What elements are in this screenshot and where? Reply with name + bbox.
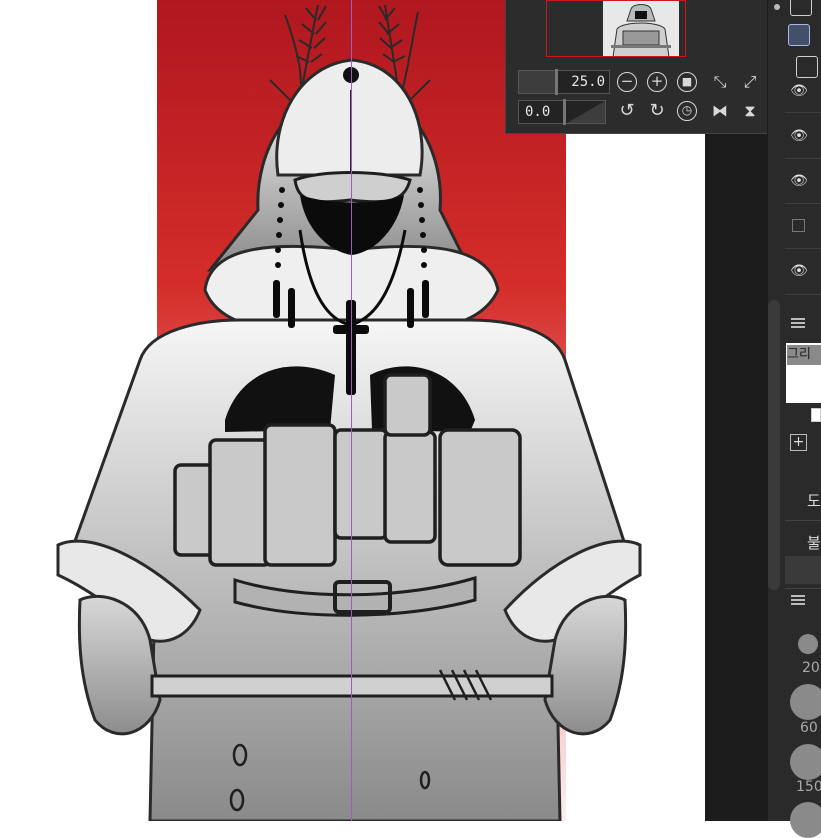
brush-size-dot[interactable]: [790, 744, 821, 780]
sub-tool-item-1[interactable]: 도: [807, 490, 821, 511]
zoom-out-button[interactable]: −: [617, 72, 637, 92]
zoom-in-button[interactable]: +: [647, 72, 667, 92]
panel-scrollbar[interactable]: [768, 300, 780, 590]
brush-size-label: 150: [796, 779, 821, 795]
layer-divider: [785, 158, 821, 159]
sub-tool-selected-row[interactable]: [785, 556, 821, 584]
sub-tool-item-2[interactable]: 불: [807, 532, 821, 553]
zoom-value: 25.0: [571, 74, 605, 90]
panel-divider: [785, 588, 821, 589]
fit-to-screen-button[interactable]: ■: [677, 72, 697, 92]
layer-visibility-eye-icon[interactable]: 👁: [788, 83, 810, 99]
brush-size-label: 20: [802, 660, 820, 676]
layer-visibility-eye-icon[interactable]: 👁: [788, 173, 810, 189]
layer-icon-top[interactable]: [790, 0, 812, 16]
goggles: [293, 171, 412, 204]
sub-tool-divider: [785, 520, 821, 521]
actual-size-icon[interactable]: ⤢: [739, 71, 761, 93]
brush-size-dot[interactable]: [790, 684, 821, 720]
brush-size-dot[interactable]: [798, 634, 818, 654]
new-layer-icon[interactable]: [796, 56, 818, 78]
layer-divider: [785, 294, 821, 295]
reset-rotation-button[interactable]: ◷: [677, 101, 697, 121]
fit-window-icon[interactable]: ⤡: [709, 71, 731, 93]
selection-layer-icon[interactable]: [788, 24, 810, 46]
layer-visibility-eye-icon[interactable]: 👁: [788, 128, 810, 144]
rotation-slider[interactable]: 0.0: [518, 99, 606, 125]
rotate-left-icon[interactable]: ↺: [616, 100, 638, 122]
thumbnail-figure: [603, 1, 679, 56]
rotation-value: 0.0: [525, 104, 551, 120]
sub-tool-swatch-label: 그리: [787, 345, 821, 365]
layer-visibility-eye-icon[interactable]: 👁: [788, 263, 810, 279]
rotate-right-icon[interactable]: ↻: [646, 100, 668, 122]
flip-vertical-icon[interactable]: ⧗: [739, 100, 761, 122]
layer-divider: [785, 112, 821, 113]
brush-size-menu-icon[interactable]: [791, 595, 805, 606]
panel-dot: [774, 4, 780, 10]
navigator-thumbnail: [603, 1, 679, 56]
flip-horizontal-icon[interactable]: ⧓: [709, 100, 731, 122]
sub-tool-menu-icon[interactable]: [791, 318, 805, 329]
layer-visibility-checkbox[interactable]: [792, 219, 805, 232]
layer-divider: [785, 203, 821, 204]
navigator-panel: 25.0 − + ■ ⤡ ⤢ 0.0 ↺ ↻ ◷ ⧓ ⧗: [505, 0, 767, 134]
brush-size-dot[interactable]: [790, 802, 821, 838]
color-chip[interactable]: [811, 408, 821, 422]
layer-divider: [785, 248, 821, 249]
zoom-slider[interactable]: 25.0: [518, 69, 610, 95]
add-sub-tool-button[interactable]: +: [790, 434, 807, 451]
navigator-preview[interactable]: [546, 0, 686, 57]
brush-size-label: 60: [800, 720, 818, 736]
